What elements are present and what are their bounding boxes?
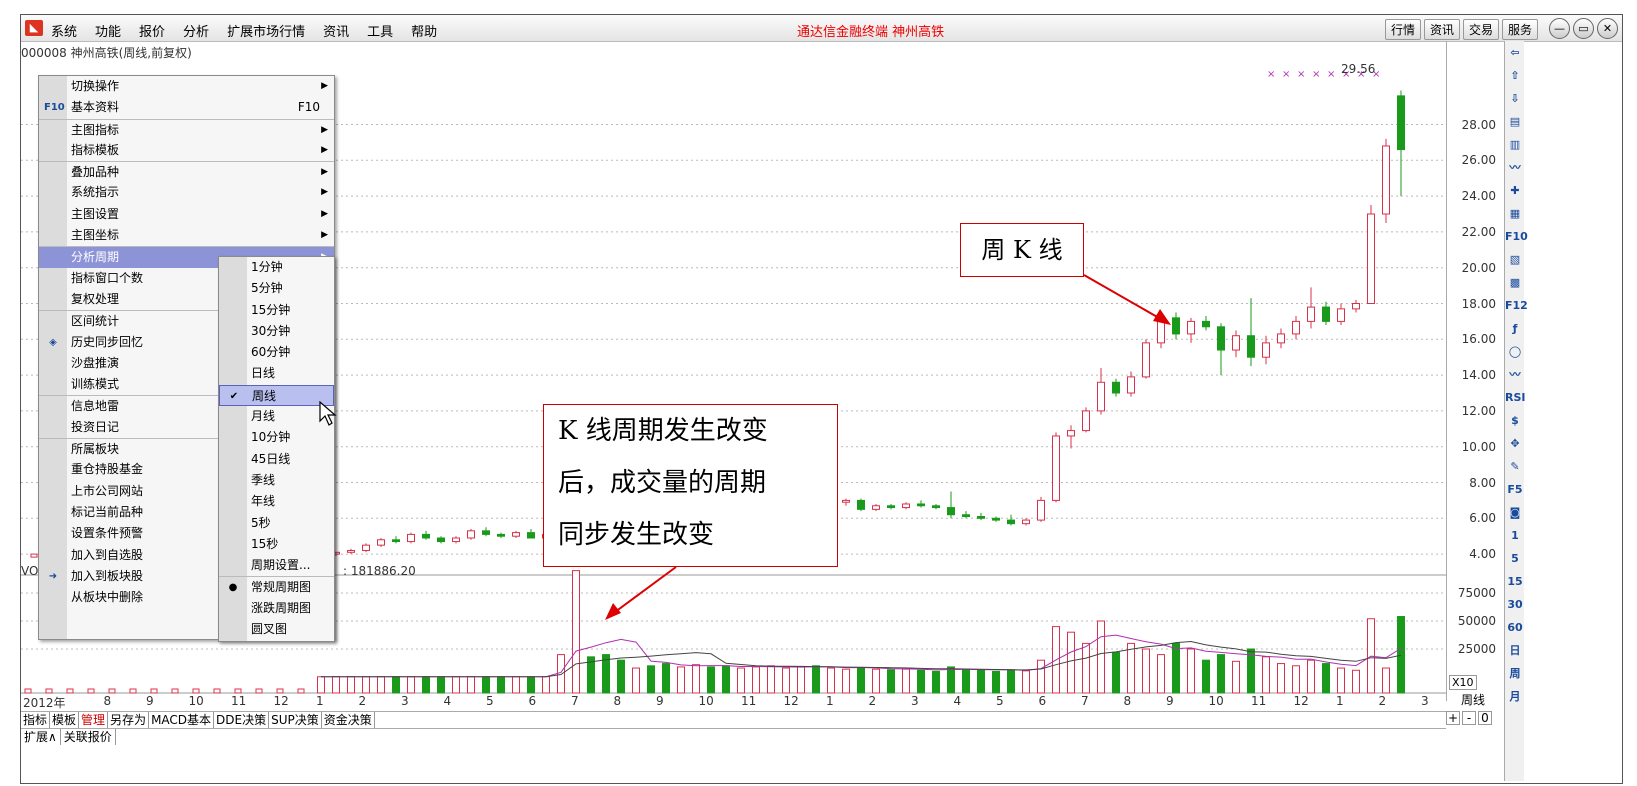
annotation-arrows	[605, 274, 1171, 620]
volume-arrow	[610, 566, 677, 616]
trading-terminal-window: ◣ 系统 功能 报价 分析 扩展市场行情 资讯 工具 帮助 通达信金融终端 神州高铁 行情 资讯…	[20, 14, 1623, 784]
weekly-arrow-head	[1153, 309, 1171, 325]
weekly-arrow	[1083, 274, 1167, 323]
volume-arrow-head	[605, 603, 621, 620]
